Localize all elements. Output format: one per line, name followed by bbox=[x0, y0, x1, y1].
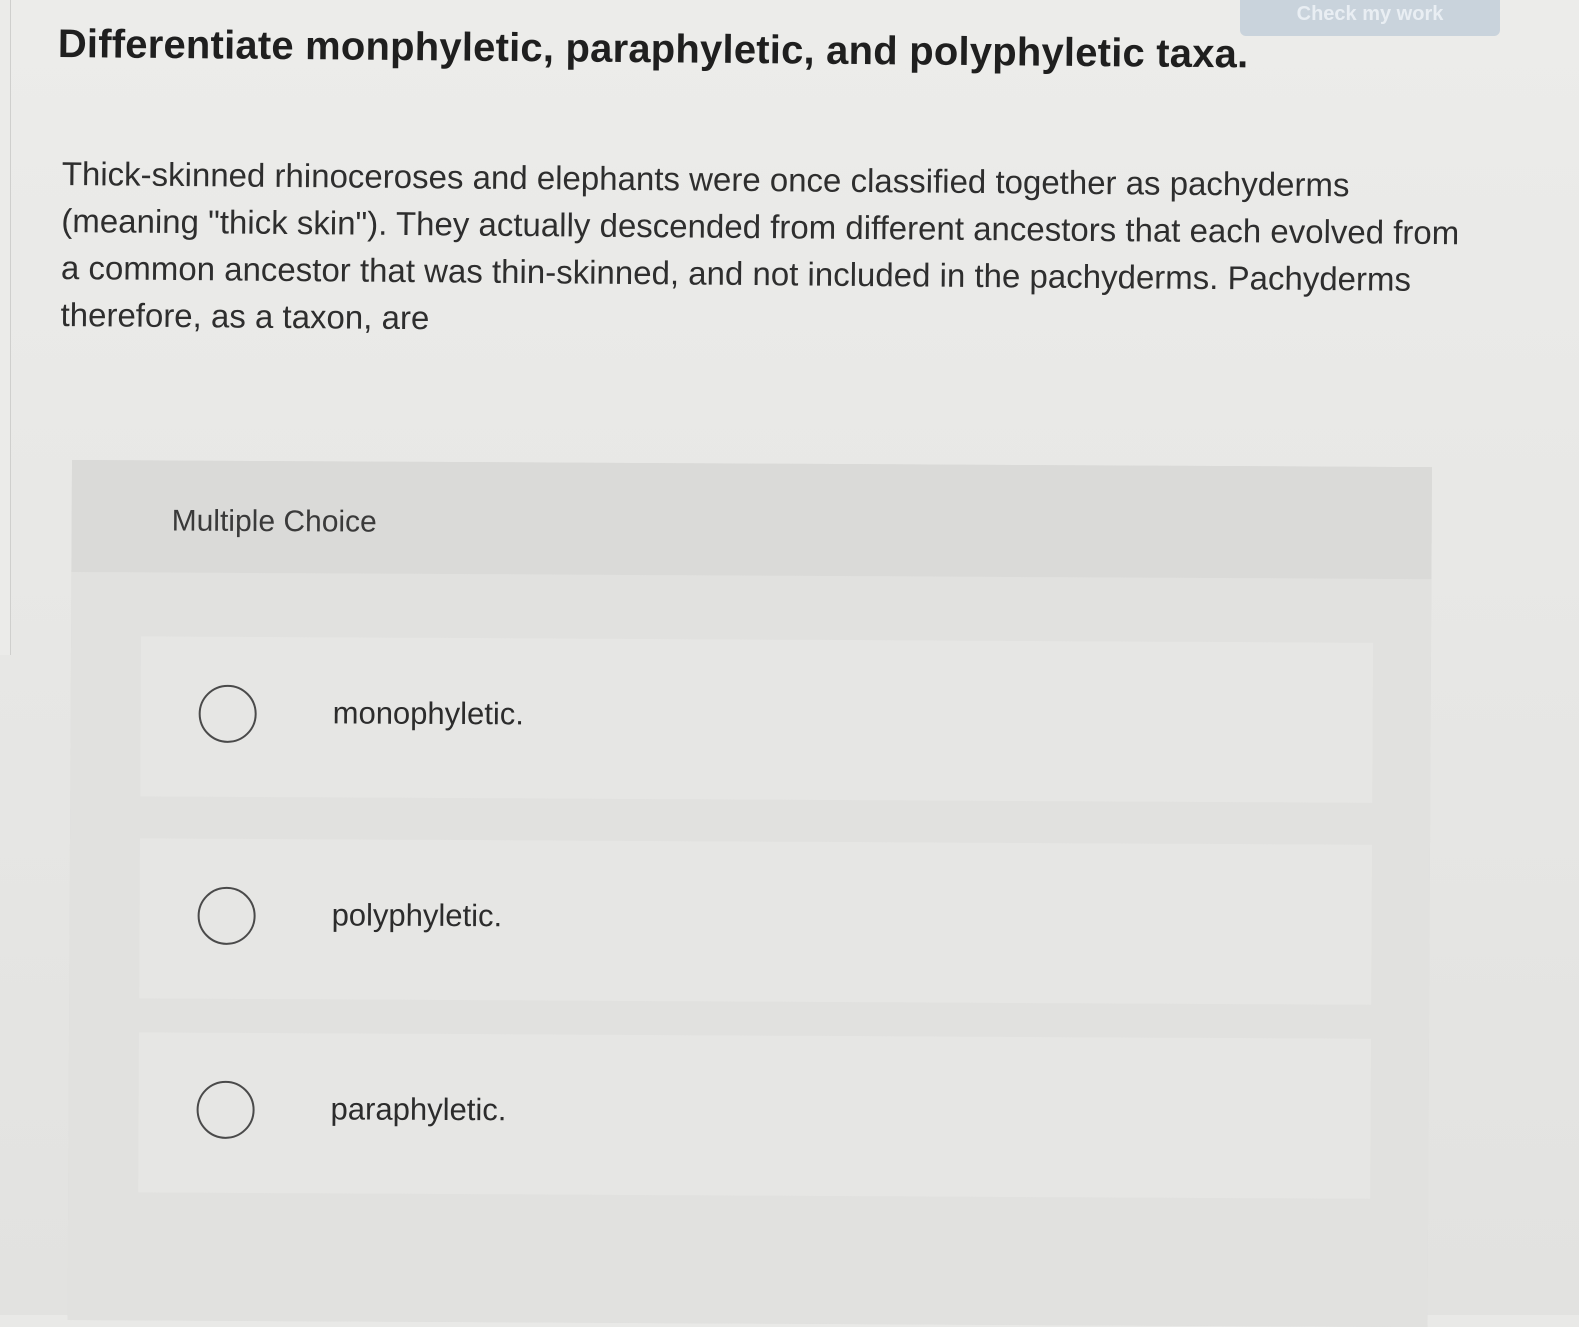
option-label: paraphyletic. bbox=[330, 1091, 507, 1128]
option-monophyletic[interactable]: monophyletic. bbox=[140, 636, 1374, 803]
option-label: monophyletic. bbox=[332, 695, 525, 732]
question-prompt: Thick-skinned rhinoceroses and elephants… bbox=[60, 154, 1460, 337]
multiple-choice-header: Multiple Choice bbox=[71, 460, 1432, 580]
multiple-choice-label: Multiple Choice bbox=[171, 504, 377, 539]
radio-button[interactable] bbox=[196, 1080, 255, 1139]
option-label: polyphyletic. bbox=[331, 897, 503, 934]
radio-button[interactable] bbox=[197, 886, 256, 945]
options-list: monophyletic. polyphyletic. paraphyletic… bbox=[67, 571, 1432, 1327]
option-paraphyletic[interactable]: paraphyletic. bbox=[138, 1032, 1371, 1199]
multiple-choice-panel: Multiple Choice monophyletic. polyphylet… bbox=[67, 460, 1432, 1327]
check-my-work-button[interactable]: Check my work bbox=[1240, 0, 1500, 36]
left-screen-edge bbox=[0, 0, 11, 655]
option-polyphyletic[interactable]: polyphyletic. bbox=[139, 838, 1373, 1005]
radio-button[interactable] bbox=[198, 684, 257, 743]
